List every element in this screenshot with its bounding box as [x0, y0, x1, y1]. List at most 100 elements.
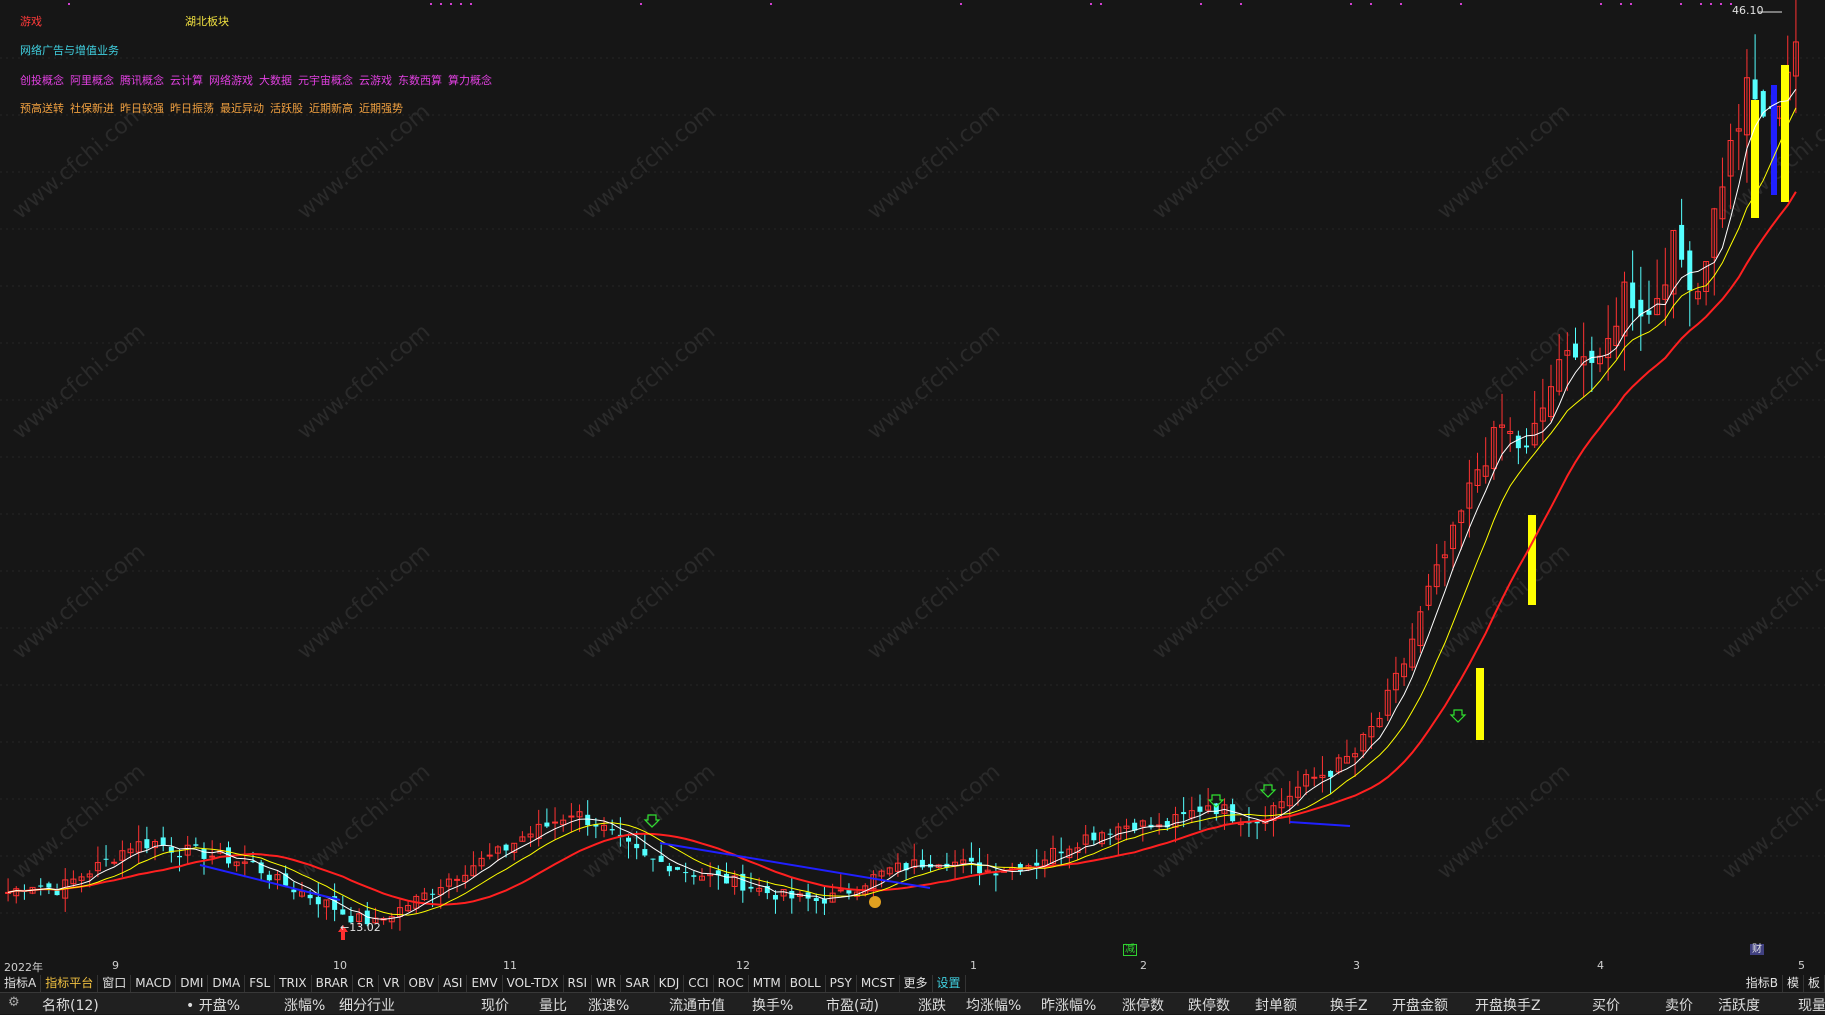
column-header[interactable]: 市盈(动): [826, 995, 879, 1015]
signal-dot: [430, 3, 432, 5]
column-header[interactable]: 开盘金额: [1392, 995, 1448, 1015]
candle-up: [454, 878, 461, 881]
indicator-tab-right[interactable]: 模: [1783, 975, 1804, 992]
indicator-tab[interactable]: OBV: [405, 975, 440, 992]
column-header[interactable]: 涨跌: [918, 995, 946, 1015]
indicator-tab[interactable]: BRAR: [312, 975, 354, 992]
indicator-tab[interactable]: RSI: [564, 975, 593, 992]
watermark-text: www.cfchi.com: [293, 319, 435, 444]
concept-tag[interactable]: 网络游戏: [209, 74, 253, 87]
watermark-text: www.cfchi.com: [1148, 539, 1290, 664]
concept-tag[interactable]: 腾讯概念: [120, 74, 164, 87]
candle-down: [1328, 770, 1334, 777]
indicator-tab-right[interactable]: 指标B: [1742, 975, 1783, 992]
column-header[interactable]: 量比: [539, 995, 567, 1015]
indicator-tab[interactable]: 设置: [933, 975, 966, 992]
column-header[interactable]: 换手Z: [1330, 995, 1368, 1015]
column-header[interactable]: 买价: [1592, 995, 1620, 1015]
indicator-tab[interactable]: VR: [379, 975, 405, 992]
indicator-tab[interactable]: SAR: [621, 975, 655, 992]
indicator-tab[interactable]: BOLL: [786, 975, 826, 992]
column-header[interactable]: 涨幅%: [284, 995, 325, 1015]
column-header[interactable]: 封单额: [1255, 995, 1297, 1015]
candle-down: [666, 865, 672, 872]
indicator-tab[interactable]: KDJ: [655, 975, 685, 992]
watermark-text: www.cfchi.com: [1433, 99, 1575, 224]
year-label: 2022年: [4, 961, 43, 974]
concept-tag[interactable]: 算力概念: [448, 74, 492, 87]
indicator-tab[interactable]: 更多: [900, 975, 933, 992]
candle-down: [1630, 282, 1636, 309]
concept-tag[interactable]: 大数据: [259, 74, 292, 87]
column-header[interactable]: 涨停数: [1122, 995, 1164, 1015]
indicator-tab-bar: 指标A 指标平台 窗口 MACD DMI DMA FSL TRIX BRAR CR VR OBV ASI…: [0, 975, 1825, 992]
money-bag-icon: [869, 896, 881, 908]
quote-column-header: ⚙ 名称(12) • 开盘% 涨幅% 细分行业 现价 量比 涨速% 流通市值 换手% 市盈(动) 涨…: [0, 992, 1825, 1014]
watermark-text: www.cfchi.com: [1718, 539, 1825, 664]
concept-tag[interactable]: 东数西算: [398, 74, 442, 87]
column-header[interactable]: 现价: [481, 995, 509, 1015]
column-header[interactable]: 细分行业: [339, 995, 395, 1015]
finance-report-marker[interactable]: 财: [1750, 944, 1764, 955]
date-tick: 12: [736, 959, 750, 972]
region-tag[interactable]: 湖北板块: [185, 15, 229, 29]
reduce-marker[interactable]: 减: [1123, 944, 1137, 956]
signal-dot: [460, 3, 462, 5]
concept-tag[interactable]: 阿里概念: [70, 74, 114, 87]
style-tag[interactable]: 近期强势: [359, 102, 403, 115]
indicator-tab[interactable]: WR: [592, 975, 622, 992]
watermark-text: www.cfchi.com: [8, 539, 150, 664]
column-header[interactable]: 开盘换手Z: [1475, 995, 1541, 1015]
style-tag[interactable]: 最近异动: [220, 102, 264, 115]
concept-tag[interactable]: 创投概念: [20, 74, 64, 87]
style-tag[interactable]: 活跃股: [270, 102, 303, 115]
column-header[interactable]: 名称(12): [42, 995, 99, 1015]
column-header[interactable]: 涨速%: [588, 995, 629, 1015]
candle-down: [1573, 343, 1578, 358]
gear-icon[interactable]: ⚙: [8, 995, 20, 1010]
indicator-tab[interactable]: EMV: [467, 975, 503, 992]
indicator-tab-right[interactable]: 板: [1804, 975, 1825, 992]
column-header[interactable]: • 开盘%: [186, 995, 240, 1015]
indicator-tab[interactable]: TRIX: [275, 975, 312, 992]
column-header[interactable]: 均涨幅%: [966, 995, 1021, 1015]
indicator-tab[interactable]: CR: [353, 975, 379, 992]
column-header[interactable]: 换手%: [752, 995, 793, 1015]
style-tag[interactable]: 昨日较强: [120, 102, 164, 115]
sector-tag[interactable]: 游戏: [20, 15, 42, 29]
indicator-tab[interactable]: 窗口: [98, 975, 132, 992]
indicator-tab[interactable]: MTM: [749, 975, 786, 992]
indicator-tab[interactable]: MCST: [857, 975, 900, 992]
concept-tag[interactable]: 云游戏: [359, 74, 392, 87]
indicator-tab[interactable]: CCI: [684, 975, 714, 992]
indicator-tab[interactable]: MACD: [131, 975, 177, 992]
column-header[interactable]: 活跃度: [1718, 995, 1760, 1015]
indicator-tab[interactable]: ASI: [439, 975, 468, 992]
style-tag[interactable]: 昨日振荡: [170, 102, 214, 115]
indicator-tab[interactable]: DMA: [208, 975, 246, 992]
column-header[interactable]: 昨涨幅%: [1041, 995, 1096, 1015]
signal-dot: [1350, 3, 1352, 5]
indicator-tab[interactable]: DMI: [176, 975, 209, 992]
style-tag[interactable]: 预高送转: [20, 102, 64, 115]
style-tag[interactable]: 近期新高: [309, 102, 353, 115]
column-header[interactable]: 现量: [1798, 995, 1825, 1015]
indicator-tab[interactable]: ROC: [714, 975, 749, 992]
watermark-text: www.cfchi.com: [578, 539, 720, 664]
date-tick: 3: [1353, 959, 1360, 972]
candle-down: [585, 814, 591, 826]
concept-tag[interactable]: 元宇宙概念: [298, 74, 353, 87]
column-header[interactable]: 跌停数: [1188, 995, 1230, 1015]
indicator-tab[interactable]: 指标A: [0, 975, 42, 992]
industry-tag[interactable]: 网络广告与增值业务: [20, 44, 119, 58]
watermark-text: www.cfchi.com: [1718, 759, 1825, 884]
concept-tag[interactable]: 云计算: [170, 74, 203, 87]
indicator-tab[interactable]: FSL: [245, 975, 276, 992]
column-header[interactable]: 流通市值: [669, 995, 725, 1015]
indicator-tab[interactable]: PSY: [826, 975, 857, 992]
column-header[interactable]: 卖价: [1665, 995, 1693, 1015]
indicator-tab[interactable]: VOL-TDX: [503, 975, 564, 992]
indicator-tab[interactable]: 指标平台: [41, 975, 99, 992]
style-tag[interactable]: 社保新进: [70, 102, 114, 115]
kline-chart[interactable]: www.cfchi.com www.cfchi.com www.cfchi.com w…: [0, 0, 1825, 1013]
